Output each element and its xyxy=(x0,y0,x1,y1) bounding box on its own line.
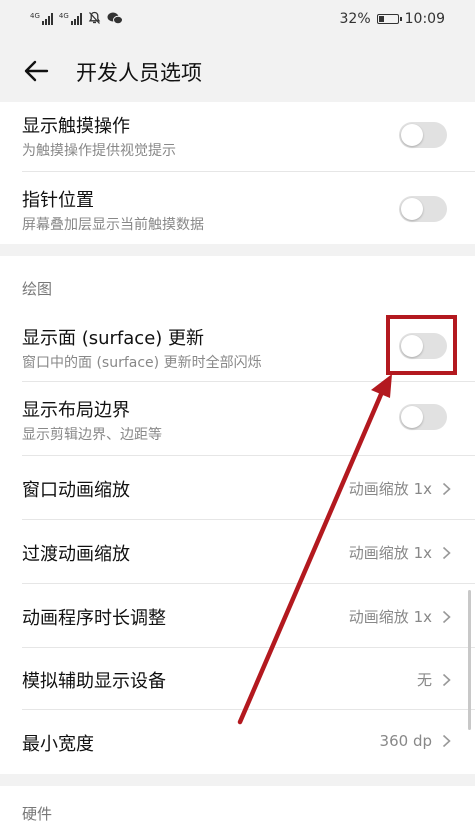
transition-animation-scale-row[interactable]: 过渡动画缩放 动画缩放 1x xyxy=(0,520,475,584)
row-subtitle: 为触摸操作提供视觉提示 xyxy=(22,143,176,159)
chevron-right-icon xyxy=(442,546,451,559)
pointer-location-toggle[interactable] xyxy=(399,196,447,222)
section-header-hardware: 硬件 xyxy=(22,805,53,823)
status-right: 32% 10:09 xyxy=(340,11,445,27)
chevron-right-icon xyxy=(442,610,451,623)
status-bar: 4G 4G 32% 10:09 xyxy=(0,0,475,40)
back-arrow-icon[interactable] xyxy=(22,57,50,85)
highlight-box-annotation xyxy=(386,315,457,375)
row-title: 显示布局边界 xyxy=(22,400,130,421)
row-value: 动画缩放 1x xyxy=(348,480,432,498)
row-title: 模拟辅助显示设备 xyxy=(22,671,166,692)
show-touches-row[interactable]: 显示触摸操作 为触摸操作提供视觉提示 xyxy=(0,102,475,172)
row-title: 动画程序时长调整 xyxy=(22,608,166,629)
clock: 10:09 xyxy=(404,11,445,27)
show-layout-bounds-toggle[interactable] xyxy=(399,404,447,430)
pointer-location-row[interactable]: 指针位置 屏幕叠加层显示当前触摸数据 xyxy=(0,172,475,244)
row-value: 360 dp xyxy=(379,732,432,750)
simulate-secondary-display-row[interactable]: 模拟辅助显示设备 无 xyxy=(0,648,475,710)
smallest-width-row[interactable]: 最小宽度 360 dp xyxy=(0,710,475,774)
window-animation-scale-row[interactable]: 窗口动画缩放 动画缩放 1x xyxy=(0,456,475,520)
scrollbar[interactable] xyxy=(468,590,471,730)
signal-icon: 4G xyxy=(30,13,53,25)
battery-percent: 32% xyxy=(339,11,371,27)
hardware-settings-card: 硬件 xyxy=(0,786,475,824)
battery-icon xyxy=(376,14,402,24)
row-subtitle: 显示剪辑边界、边距等 xyxy=(22,427,162,443)
row-value: 动画缩放 1x xyxy=(348,608,432,626)
show-touches-toggle[interactable] xyxy=(399,122,447,148)
section-header-drawing: 绘图 xyxy=(22,280,53,298)
row-title: 窗口动画缩放 xyxy=(22,480,130,501)
chevron-right-icon xyxy=(442,673,451,686)
row-title: 指针位置 xyxy=(22,190,94,211)
row-title: 最小宽度 xyxy=(22,734,94,755)
signal-icon: 4G xyxy=(59,13,82,25)
status-left: 4G 4G xyxy=(30,11,123,25)
wechat-icon xyxy=(107,12,123,25)
row-title: 过渡动画缩放 xyxy=(22,544,130,565)
chevron-right-icon xyxy=(442,482,451,495)
app-header: 开发人员选项 xyxy=(0,40,475,102)
row-subtitle: 窗口中的面 (surface) 更新时全部闪烁 xyxy=(22,355,262,371)
row-value: 无 xyxy=(416,671,432,689)
show-layout-bounds-row[interactable]: 显示布局边界 显示剪辑边界、边距等 xyxy=(0,382,475,456)
row-subtitle: 屏幕叠加层显示当前触摸数据 xyxy=(22,217,204,233)
chevron-right-icon xyxy=(442,734,451,748)
row-title: 显示面 (surface) 更新 xyxy=(22,328,205,349)
mute-icon xyxy=(88,11,100,24)
input-settings-card: 显示触摸操作 为触摸操作提供视觉提示 指针位置 屏幕叠加层显示当前触摸数据 xyxy=(0,102,475,244)
row-value: 动画缩放 1x xyxy=(348,544,432,562)
row-title: 显示触摸操作 xyxy=(22,116,130,137)
animator-duration-scale-row[interactable]: 动画程序时长调整 动画缩放 1x xyxy=(0,584,475,648)
page-title: 开发人员选项 xyxy=(76,61,202,85)
